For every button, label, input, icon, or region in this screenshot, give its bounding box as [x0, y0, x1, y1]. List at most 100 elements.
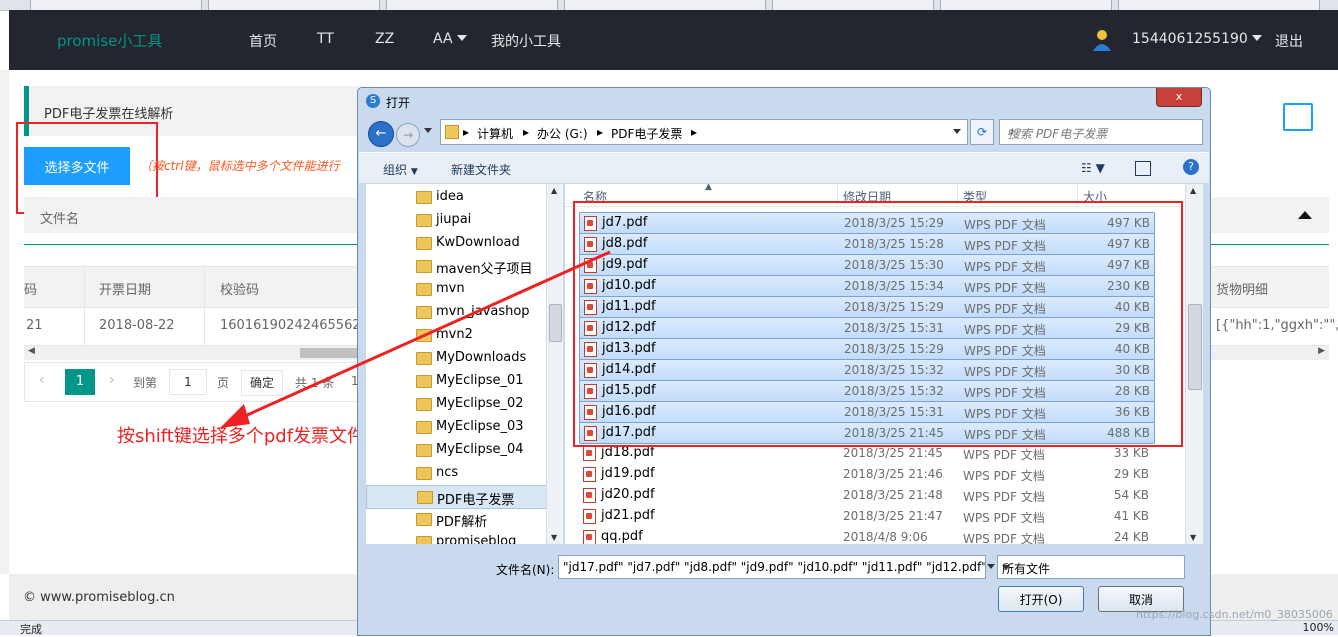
address-dropdown-icon[interactable] [953, 129, 961, 134]
user-avatar-icon[interactable] [1091, 28, 1113, 52]
table-cell: [{"hh":1,"ggxh":"", [1216, 318, 1338, 333]
browser-tab[interactable] [940, 0, 1112, 10]
chevron-down-icon: ▼ [410, 167, 418, 177]
refresh-icon[interactable]: ⟳ [970, 119, 994, 145]
column-header[interactable]: 货物明细 [1216, 279, 1268, 298]
folder-icon [416, 283, 432, 296]
brand-logo[interactable]: promise小工具 [57, 30, 162, 51]
scrollbar-thumb[interactable] [300, 348, 360, 358]
file-size: 54 KB [1113, 488, 1149, 502]
column-divider [204, 307, 205, 345]
filename-input[interactable]: "jd17.pdf" "jd7.pdf" "jd8.pdf" "jd9.pdf"… [558, 555, 986, 579]
browser-tab[interactable] [772, 0, 934, 10]
breadcrumb-folder[interactable]: PDF电子发票 [611, 125, 682, 142]
nav-folder-item[interactable]: MyEclipse_03 [366, 416, 546, 438]
back-arrow-icon[interactable]: ← [368, 121, 394, 147]
nav-item-home[interactable]: 首页 [249, 31, 277, 51]
logout-link[interactable]: 退出 [1275, 31, 1303, 51]
close-icon: x [1175, 90, 1183, 103]
nav-folder-item[interactable]: maven父子项目 [366, 255, 546, 277]
nav-folder-item[interactable]: KwDownload [366, 232, 546, 254]
forward-arrow-icon[interactable]: → [396, 123, 420, 147]
browser-tab[interactable] [1118, 0, 1320, 10]
file-type: WPS PDF 文档 [963, 511, 1045, 525]
scrollbar-thumb[interactable] [1188, 304, 1202, 390]
next-page-icon[interactable]: › [109, 372, 115, 388]
new-folder-button[interactable]: 新建文件夹 [451, 161, 511, 178]
navigation-pane: idea jiupai KwDownload maven父子项目 mvn mvn_java… [366, 184, 561, 544]
search-input[interactable]: 搜索 PDF电子发票 ⌕ [999, 119, 1203, 145]
folder-icon [417, 491, 433, 504]
nav-folder-item[interactable]: mvn_javashop [366, 301, 546, 323]
folder-icon [416, 329, 432, 342]
edit-icon[interactable] [1283, 103, 1313, 131]
search-icon[interactable]: ⌕ [1008, 124, 1196, 139]
file-list-scrollbar[interactable]: ▲ ▼ [1185, 184, 1203, 544]
nav-folder-item[interactable]: MyEclipse_02 [366, 393, 546, 415]
nav-scrollbar[interactable]: ▲ ▼ [546, 184, 563, 544]
nav-item-aa[interactable]: AA [433, 31, 467, 47]
browser-tab[interactable] [208, 0, 380, 10]
nav-item-tt[interactable]: TT [317, 31, 334, 47]
page-number-input[interactable]: 1 [169, 369, 207, 395]
zoom-level[interactable]: 100% [1303, 621, 1334, 634]
nav-item-my-tools[interactable]: 我的小工具 [491, 31, 561, 51]
pdf-file-icon [583, 446, 596, 461]
path-separator: ▸ [691, 125, 698, 139]
preview-pane-icon[interactable] [1135, 161, 1151, 176]
open-button[interactable]: 打开(O) [998, 586, 1084, 612]
collapse-triangle-icon[interactable] [1298, 211, 1312, 219]
scroll-left-icon[interactable]: ◀ [28, 346, 35, 356]
nav-folder-item[interactable]: promiseblog [366, 531, 546, 544]
nav-folder-item[interactable]: MyEclipse_01 [366, 370, 546, 392]
file-row[interactable]: qq.pdf 2018/4/8 9:06 WPS PDF 文档 24 KB [579, 527, 1153, 544]
column-divider [204, 267, 205, 307]
nav-folder-label: jiupai [436, 212, 472, 227]
nav-folder-item[interactable]: idea [366, 186, 546, 208]
scroll-down-icon[interactable]: ▼ [551, 533, 557, 542]
browser-tab[interactable] [386, 0, 558, 10]
column-header[interactable]: 开票日期 [99, 279, 151, 298]
current-page[interactable]: 1 [65, 369, 95, 395]
breadcrumb-computer[interactable]: 计算机 [477, 125, 513, 142]
file-name: jd19.pdf [601, 466, 655, 481]
file-row[interactable]: jd20.pdf 2018/3/25 21:48 WPS PDF 文档 54 KB [579, 485, 1153, 505]
user-menu[interactable]: 1544061255190 [1132, 31, 1262, 47]
nav-folder-item[interactable]: mvn2 [366, 324, 546, 346]
nav-folder-item[interactable]: MyEclipse_04 [366, 439, 546, 461]
prev-page-icon[interactable]: ‹ [39, 372, 45, 388]
browser-tab[interactable] [564, 0, 766, 10]
close-button[interactable]: x [1156, 88, 1202, 107]
help-icon[interactable]: ? [1183, 159, 1199, 175]
column-header[interactable]: 码 [24, 279, 37, 298]
browser-tab[interactable] [30, 0, 202, 10]
nav-folder-item[interactable]: mvn [366, 278, 546, 300]
nav-folder-item[interactable]: jiupai [366, 209, 546, 231]
nav-folder-item[interactable]: ncs [366, 462, 546, 484]
nav-folder-label: MyEclipse_04 [436, 442, 524, 457]
column-header[interactable]: 校验码 [220, 279, 259, 298]
annotation-highlight-box [573, 201, 1183, 447]
scrollbar-thumb[interactable] [549, 304, 562, 342]
left-gutter [0, 70, 9, 574]
view-options-icon[interactable]: ☷ ▼ [1081, 161, 1105, 175]
address-bar[interactable]: ▸ 计算机 ▸ 办公 (G:) ▸ PDF电子发票 ▸ [440, 119, 968, 145]
nav-folder-label: MyEclipse_03 [436, 419, 524, 434]
file-row[interactable]: jd19.pdf 2018/3/25 21:46 WPS PDF 文档 29 KB [579, 464, 1153, 484]
nav-folder-item[interactable]: MyDownloads [366, 347, 546, 369]
scroll-up-icon[interactable]: ▲ [1190, 186, 1196, 195]
nav-folder-label: MyEclipse_01 [436, 373, 524, 388]
file-row[interactable]: jd21.pdf 2018/3/25 21:47 WPS PDF 文档 41 KB [579, 506, 1153, 526]
organize-menu[interactable]: 组织 ▼ [383, 161, 418, 178]
nav-folder-item[interactable]: PDF解析 [366, 508, 546, 530]
file-type-filter-select[interactable]: 所有文件 [997, 555, 1185, 579]
scroll-up-icon[interactable]: ▲ [551, 186, 557, 195]
filename-dropdown-icon[interactable] [987, 564, 995, 569]
nav-folder-item[interactable]: PDF电子发票 [366, 485, 548, 509]
goto-confirm-button[interactable]: 确定 [241, 370, 283, 396]
scroll-down-icon[interactable]: ▼ [1190, 533, 1196, 542]
scroll-right-icon[interactable]: ▶ [1318, 346, 1325, 356]
nav-item-zz[interactable]: ZZ [375, 31, 394, 47]
breadcrumb-drive[interactable]: 办公 (G:) [537, 125, 588, 142]
history-dropdown-icon[interactable] [424, 128, 432, 133]
